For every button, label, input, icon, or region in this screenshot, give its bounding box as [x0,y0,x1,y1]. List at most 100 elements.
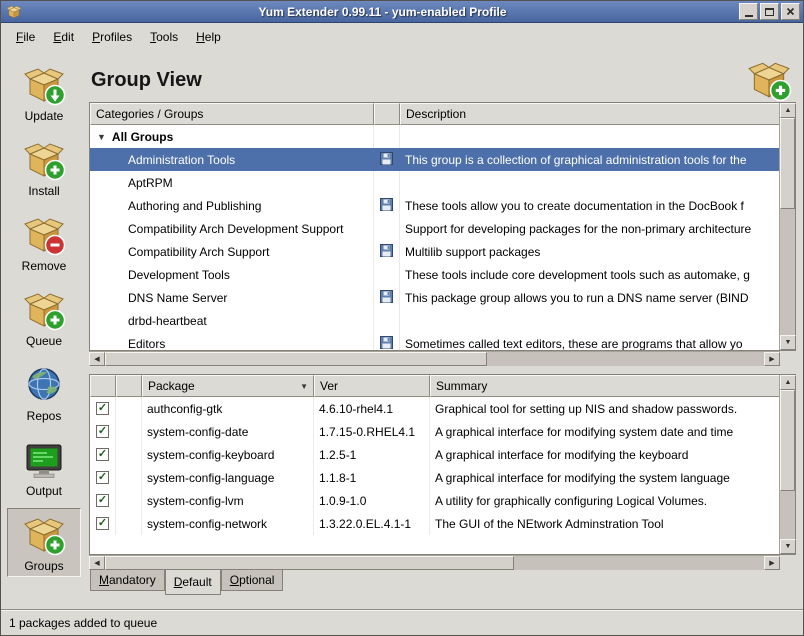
sidebar-item-label: Repos [27,409,62,423]
menu-file[interactable]: File [7,25,44,49]
package-summary: A utility for graphically configuring Lo… [430,489,779,512]
package-checkbox[interactable]: ✓ [96,402,109,415]
package-row[interactable]: ✓system-config-network1.3.22.0.EL.4.1-1T… [90,512,779,535]
sidebar-item-label: Output [26,484,62,498]
packages-vscrollbar[interactable]: ▲▼ [779,375,795,554]
column-header-ver[interactable]: Ver [314,375,430,397]
vscrollbar-thumb[interactable] [780,118,795,209]
group-description: Multilib support packages [400,240,779,263]
group-root-label: All Groups [112,130,173,144]
menu-help[interactable]: Help [187,25,230,49]
package-row[interactable]: ✓system-config-language1.1.8-1A graphica… [90,466,779,489]
maximize-button[interactable] [760,3,779,20]
package-row[interactable]: ✓system-config-lvm1.0.9-1.0A utility for… [90,489,779,512]
package-name: authconfig-gtk [142,397,314,420]
sidebar-item-output[interactable]: Output [7,433,81,502]
update-icon [22,63,66,107]
sidebar: Update InstallRemoveQueue Repos Output Group… [1,50,87,609]
scroll-left-button[interactable]: ◀ [89,556,105,570]
packages-table-header: Package▼VerSummary [90,375,779,397]
packages-hscrollbar[interactable]: ◀▶ [89,555,796,570]
vscrollbar-thumb[interactable] [780,390,795,491]
group-row[interactable]: Compatibility Arch Development SupportSu… [90,217,779,240]
scroll-right-button[interactable]: ▶ [764,352,780,366]
column-header-check[interactable] [90,375,116,397]
sidebar-item-queue[interactable]: Queue [7,283,81,352]
package-version: 4.6.10-rhel4.1 [314,397,430,420]
group-row[interactable]: Compatibility Arch SupportMultilib suppo… [90,240,779,263]
group-row[interactable]: AptRPM [90,171,779,194]
hscrollbar-track[interactable] [105,556,764,570]
package-row[interactable]: ✓system-config-keyboard1.2.5-1A graphica… [90,443,779,466]
groups-vscrollbar[interactable]: ▲▼ [779,103,795,350]
tab-default[interactable]: Default [165,570,221,595]
vscrollbar-track[interactable] [780,118,795,335]
scroll-up-button[interactable]: ▲ [780,103,796,118]
menu-edit[interactable]: Edit [44,25,83,49]
expander-icon[interactable]: ▼ [97,132,106,142]
sidebar-item-groups[interactable]: Groups [7,508,81,577]
group-row[interactable]: DNS Name ServerThis package group allows… [90,286,779,309]
group-row[interactable]: Editors Sometimes called text editors, th… [90,332,779,350]
column-header-installed[interactable] [374,103,400,125]
sidebar-item-repos[interactable]: Repos [7,358,81,427]
group-name: Editors [90,332,374,350]
group-row[interactable]: drbd-heartbeat [90,309,779,332]
hscrollbar-thumb[interactable] [105,352,487,366]
hscrollbar[interactable]: ◀▶ [89,351,780,366]
hscrollbar[interactable]: ◀▶ [89,555,780,570]
titlebar[interactable]: Yum Extender 0.99.11 - yum-enabled Profi… [1,1,803,23]
package-name: system-config-keyboard [142,443,314,466]
group-description: Sometimes called text editors, these are… [400,332,779,350]
package-version: 1.2.5-1 [314,443,430,466]
column-header-summary[interactable]: Summary [430,375,779,397]
column-header-categories[interactable]: Categories / Groups [90,103,374,125]
vscrollbar-track[interactable] [780,390,795,539]
sidebar-item-remove[interactable]: Remove [7,208,81,277]
tab-mandatory[interactable]: Mandatory [90,570,165,591]
scroll-down-button[interactable]: ▼ [780,335,796,350]
packages-table-body: ✓authconfig-gtk4.6.10-rhel4.1Graphical t… [90,397,779,554]
scroll-down-button[interactable]: ▼ [780,539,796,554]
minimize-button[interactable] [739,3,758,20]
hscrollbar-thumb[interactable] [105,556,514,570]
groups-table: Categories / Groups Description ▼ All Grou… [89,102,796,351]
package-checkbox[interactable]: ✓ [96,425,109,438]
menu-profiles[interactable]: Profiles [83,25,141,49]
scroll-left-button[interactable]: ◀ [89,352,105,366]
package-version: 1.7.15-0.RHEL4.1 [314,420,430,443]
group-row[interactable]: Development ToolsThese tools include cor… [90,263,779,286]
window-icon [6,4,22,20]
queue-icon [22,288,66,332]
output-icon [22,438,66,482]
group-description [400,171,779,194]
group-row[interactable]: Administration ToolsThis group is a coll… [90,148,779,171]
package-checkbox[interactable]: ✓ [96,471,109,484]
close-button[interactable] [781,3,800,20]
group-row[interactable]: Authoring and PublishingThese tools allo… [90,194,779,217]
tab-optional[interactable]: Optional [221,570,284,591]
package-row[interactable]: ✓ system-config-date1.7.15-0.RHEL4.1A gra… [90,420,779,443]
sidebar-item-label: Update [25,109,64,123]
package-checkbox[interactable]: ✓ [96,448,109,461]
scrollbar-corner [780,351,796,366]
column-header-package[interactable]: Package▼ [142,375,314,397]
groups-hscrollbar[interactable]: ◀▶ [89,351,796,366]
group-row-all-groups[interactable]: ▼ All Groups [90,125,779,148]
group-name: Authoring and Publishing [90,194,374,217]
menu-tools[interactable]: Tools [141,25,187,49]
package-name: system-config-date [142,420,314,443]
sidebar-item-update[interactable]: Update [7,58,81,127]
scroll-up-button[interactable]: ▲ [780,375,796,390]
package-checkbox[interactable]: ✓ [96,517,109,530]
sort-arrow-icon[interactable]: ▼ [294,382,308,391]
column-header-status[interactable] [116,375,142,397]
hscrollbar-track[interactable] [105,352,764,366]
package-summary: A graphical interface for modifying syst… [430,420,779,443]
maximize-icon [765,8,774,16]
sidebar-item-install[interactable]: Install [7,133,81,202]
scroll-right-button[interactable]: ▶ [764,556,780,570]
package-checkbox[interactable]: ✓ [96,494,109,507]
column-header-description[interactable]: Description [400,103,779,125]
package-row[interactable]: ✓authconfig-gtk4.6.10-rhel4.1Graphical t… [90,397,779,420]
